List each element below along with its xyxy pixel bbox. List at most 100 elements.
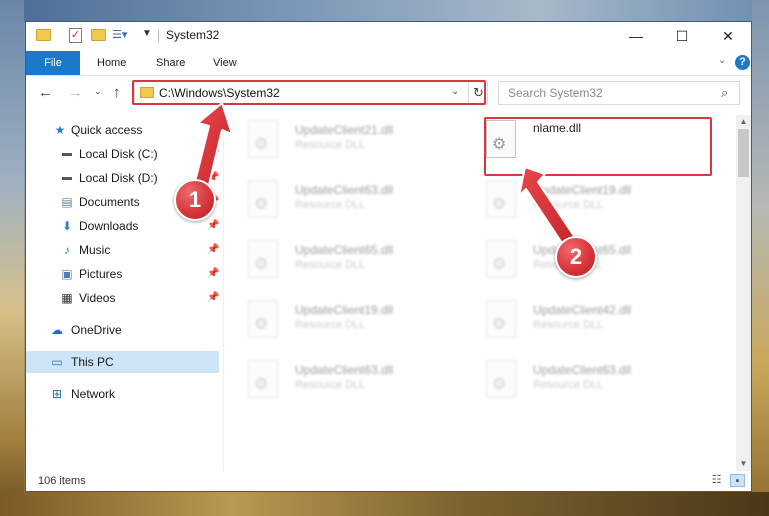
- file-name: UpdateClient21.dll: [295, 123, 394, 137]
- dll-file-icon: ⚙: [486, 360, 516, 398]
- status-bar: 106 items ☷ ▪: [26, 471, 751, 491]
- videos-icon: ▦: [61, 291, 73, 305]
- recent-locations-icon[interactable]: ⌄: [94, 86, 102, 97]
- file-type: Resource DLL: [295, 199, 366, 211]
- large-icons-view-icon[interactable]: ▪: [730, 474, 745, 487]
- file-type: Resource DLL: [533, 319, 604, 331]
- pin-icon[interactable]: 📌: [207, 244, 219, 255]
- dll-file-icon: ⚙: [486, 180, 516, 218]
- scroll-down-icon[interactable]: ▼: [736, 457, 751, 471]
- new-folder-icon[interactable]: [91, 29, 106, 41]
- file-item[interactable]: ⚙ UpdateClient63.dll Resource DLL: [224, 177, 454, 229]
- vertical-scrollbar[interactable]: ▲ ▼: [736, 115, 751, 471]
- minimize-button[interactable]: —: [613, 22, 659, 50]
- gear-icon: ⚙: [254, 316, 269, 333]
- target-file-highlight: [484, 117, 712, 176]
- nav-item-local-disk-c[interactable]: ▬ Local Disk (C:) 📌: [26, 143, 219, 165]
- address-bar-highlight: [132, 80, 486, 105]
- nav-label: This PC: [71, 355, 114, 369]
- nav-label: Videos: [79, 291, 116, 305]
- scrollbar-thumb[interactable]: [738, 129, 749, 177]
- close-button[interactable]: ✕: [705, 22, 751, 50]
- tab-share[interactable]: Share: [156, 51, 185, 75]
- tab-view[interactable]: View: [213, 51, 237, 75]
- file-item[interactable]: ⚙ UpdateClient21.dll Resource DLL: [224, 117, 454, 169]
- star-icon: ★: [54, 123, 66, 137]
- search-box[interactable]: Search System32 ⌕: [498, 81, 740, 105]
- details-view-icon[interactable]: ☷: [709, 474, 724, 487]
- dll-file-icon: ⚙: [248, 180, 278, 218]
- scroll-up-icon[interactable]: ▲: [736, 115, 751, 129]
- forward-arrow-icon[interactable]: →: [68, 84, 83, 101]
- window-title: System32: [166, 28, 220, 42]
- up-arrow-icon[interactable]: ↑: [113, 84, 121, 101]
- nav-item-network[interactable]: ⊞ Network: [26, 383, 219, 405]
- pin-icon[interactable]: 📌: [207, 220, 219, 231]
- file-item[interactable]: ⚙ UpdateClient65.dll Resource DLL: [224, 237, 454, 289]
- file-item[interactable]: ⚙ UpdateClient63.dll Resource DLL: [462, 357, 692, 409]
- nav-item-onedrive[interactable]: ☁ OneDrive: [26, 319, 219, 341]
- help-icon[interactable]: ?: [735, 55, 750, 70]
- nav-label: Pictures: [79, 267, 123, 281]
- desktop-background-bottom: [0, 492, 769, 516]
- file-name: UpdateClient19.dll: [295, 303, 394, 317]
- tab-home[interactable]: Home: [97, 51, 126, 75]
- search-icon[interactable]: ⌕: [721, 85, 728, 101]
- customize-toolbar-icon[interactable]: ☰▾: [112, 29, 127, 42]
- nav-item-music[interactable]: ♪ Music 📌: [26, 239, 219, 261]
- file-item[interactable]: ⚙ UpdateClient63.dll Resource DLL: [224, 357, 454, 409]
- drive-icon: ▬: [62, 172, 72, 183]
- navigation-pane: ★ Quick access ▬ Local Disk (C:) 📌 ▬ Loc…: [26, 115, 222, 471]
- drive-icon: ▬: [62, 148, 72, 159]
- gear-icon: ⚙: [492, 376, 507, 393]
- nav-item-quick-access[interactable]: ★ Quick access: [26, 119, 219, 141]
- dll-file-icon: ⚙: [248, 120, 278, 158]
- file-type: Resource DLL: [295, 259, 366, 271]
- file-item[interactable]: ⚙ UpdateClient19.dll Resource DLL: [224, 297, 454, 349]
- file-explorer-window: ✓ ☰▾ ▼ System32 — ☐ ✕ File Home Share Vi…: [25, 21, 752, 492]
- nav-item-pictures[interactable]: ▣ Pictures 📌: [26, 263, 219, 285]
- file-item[interactable]: ⚙ UpdateClient19.dll Resource DLL: [462, 177, 692, 229]
- back-arrow-icon[interactable]: ←: [38, 84, 53, 101]
- file-type: Resource DLL: [533, 199, 604, 211]
- gear-icon: ⚙: [492, 316, 507, 333]
- expand-ribbon-icon[interactable]: ⌄: [718, 55, 726, 66]
- item-count: 106 items: [38, 475, 86, 487]
- music-icon: ♪: [64, 243, 70, 257]
- nav-item-this-pc[interactable]: ▭ This PC: [26, 351, 219, 373]
- pin-icon[interactable]: 📌: [207, 148, 219, 159]
- gear-icon: ⚙: [492, 196, 507, 213]
- gear-icon: ⚙: [254, 256, 269, 273]
- gear-icon: ⚙: [254, 196, 269, 213]
- pin-icon[interactable]: 📌: [207, 292, 219, 303]
- documents-icon: ▤: [61, 195, 73, 209]
- pin-icon[interactable]: 📌: [207, 172, 219, 183]
- desktop-background-right: [752, 0, 769, 516]
- properties-check-icon[interactable]: ✓: [69, 28, 82, 43]
- gear-icon: ⚙: [492, 256, 507, 273]
- network-icon: ⊞: [51, 387, 63, 401]
- file-type: Resource DLL: [295, 379, 366, 391]
- pin-icon[interactable]: 📌: [207, 268, 219, 279]
- desktop-background-top: [0, 0, 769, 22]
- file-name: UpdateClient42.dll: [533, 303, 632, 317]
- tab-file[interactable]: File: [26, 51, 80, 75]
- quick-access-dropdown-icon[interactable]: ▼: [142, 28, 152, 44]
- desktop-background-left: [0, 0, 24, 516]
- search-input[interactable]: Search System32: [508, 86, 603, 100]
- cloud-icon: ☁: [51, 323, 63, 337]
- dll-file-icon: ⚙: [248, 240, 278, 278]
- maximize-button[interactable]: ☐: [659, 22, 705, 50]
- nav-label: Local Disk (D:): [79, 171, 158, 185]
- callout-badge-2: 2: [555, 236, 597, 278]
- gear-icon: ⚙: [254, 136, 269, 153]
- nav-label: Downloads: [79, 219, 139, 233]
- nav-item-videos[interactable]: ▦ Videos 📌: [26, 287, 219, 309]
- folder-icon: [36, 29, 51, 41]
- pictures-icon: ▣: [61, 267, 73, 281]
- file-name: UpdateClient63.dll: [533, 363, 632, 377]
- file-type: Resource DLL: [533, 379, 604, 391]
- file-name: UpdateClient65.dll: [295, 243, 394, 257]
- file-item[interactable]: ⚙ UpdateClient42.dll Resource DLL: [462, 297, 692, 349]
- nav-label: Documents: [79, 195, 140, 209]
